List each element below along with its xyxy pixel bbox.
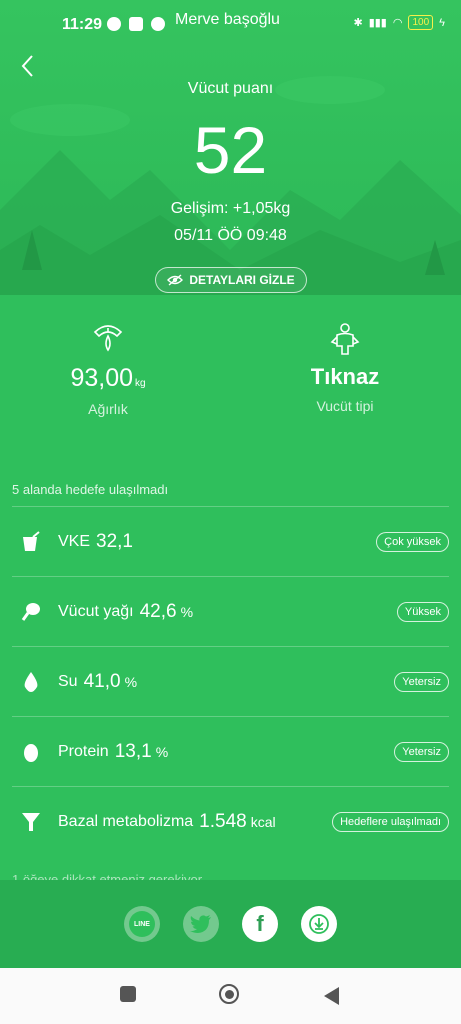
notification-icons <box>107 17 165 31</box>
status-right-icons: ✱ ▮▮▮ ◠ 100 ϟ <box>353 15 445 30</box>
signal-icon: ▮▮▮ <box>368 17 387 29</box>
chrome-icon <box>151 17 165 31</box>
bluetooth-icon: ✱ <box>353 17 363 29</box>
twitter-share-button[interactable] <box>183 906 219 942</box>
metric-value: 1.548 <box>199 810 247 832</box>
metric-unit: kcal <box>250 813 276 830</box>
funnel-icon <box>20 811 42 833</box>
eye-hidden-icon <box>167 274 184 286</box>
measurement-datetime: 05/11 ÖÖ 09:48 <box>174 227 287 244</box>
wifi-icon: ◠ <box>392 17 403 29</box>
facebook-share-button[interactable]: f <box>242 906 278 942</box>
share-bar: LINE f <box>0 880 461 968</box>
home-icon[interactable] <box>219 984 239 1004</box>
status-badge[interactable]: Hedeflere ulaşılmadı <box>332 811 449 832</box>
page-title: Vücut puanı <box>187 80 274 97</box>
weight-value: 93,00 <box>70 364 133 392</box>
body-score-value: 52 <box>193 113 268 187</box>
progress-text: Gelişim: +1,05kg <box>170 200 291 217</box>
metric-unit: % <box>155 743 169 760</box>
hide-details-label: DETAYLARI GİZLE <box>189 273 295 287</box>
metric-unit: % <box>124 673 138 690</box>
status-badge[interactable]: Çok yüksek <box>376 531 449 552</box>
system-nav-bar <box>0 968 461 1024</box>
line-icon: LINE <box>129 911 155 937</box>
body-score-screen: 11:29 Merve başoğlu ✱ ▮▮▮ ◠ 100 ϟ Vücut … <box>0 0 461 1024</box>
line-share-button[interactable]: LINE <box>124 906 160 942</box>
metric-name: VKE <box>58 532 91 550</box>
status-badge[interactable]: Yetersiz <box>394 671 449 692</box>
body-type-value: Tıknaz <box>310 364 380 389</box>
facebook-icon: f <box>256 911 264 936</box>
list-item-water[interactable]: Su 41,0 % Yetersiz <box>12 646 449 716</box>
scale-icon <box>8 322 208 356</box>
carrier-name: Merve başoğlu <box>175 11 280 28</box>
twitter-icon <box>190 915 211 933</box>
body-figure-icon <box>245 322 445 356</box>
egg-icon <box>20 741 42 763</box>
download-share-button[interactable] <box>301 906 337 942</box>
weight-unit: kg <box>135 378 146 389</box>
metrics-list: VKE 32,1 Çok yüksek Vücut yağı 42,6 % Yü… <box>12 506 449 856</box>
water-drop-icon <box>20 671 42 693</box>
metric-value: 32,1 <box>96 530 133 552</box>
list-item-body-fat[interactable]: Vücut yağı 42,6 % Yüksek <box>12 576 449 646</box>
cup-icon <box>20 530 42 553</box>
body-type-summary: Tıknaz Vucüt tipi <box>245 322 445 414</box>
metric-value: 41,0 <box>83 670 121 692</box>
charging-icon: ϟ <box>439 16 445 29</box>
metric-name: Bazal metabolizma <box>58 812 194 830</box>
status-bar: 11:29 Merve başoğlu ✱ ▮▮▮ ◠ 100 ϟ <box>0 0 461 46</box>
status-badge[interactable]: Yetersiz <box>394 741 449 762</box>
section-title: 5 alanda hedefe ulaşılmadı <box>12 482 169 497</box>
list-item-bmi[interactable]: VKE 32,1 Çok yüksek <box>12 506 449 576</box>
metric-value: 13,1 <box>114 740 152 762</box>
list-item-protein[interactable]: Protein 13,1 % Yetersiz <box>12 716 449 786</box>
metric-value: 42,6 <box>139 600 177 622</box>
recent-apps-icon[interactable] <box>120 986 136 1002</box>
back-arrow-icon[interactable] <box>18 52 38 80</box>
body-type-label: Vucüt tipi <box>316 398 374 414</box>
weight-label: Ağırlık <box>88 401 128 417</box>
metric-name: Vücut yağı <box>58 602 134 620</box>
list-item-bmr[interactable]: Bazal metabolizma 1.548 kcal Hedeflere u… <box>12 786 449 856</box>
hero-background: 11:29 Merve başoğlu ✱ ▮▮▮ ◠ 100 ϟ Vücut … <box>0 0 461 295</box>
weight-summary: 93,00 kg Ağırlık <box>8 322 208 417</box>
battery-icon: 100 <box>408 15 434 30</box>
metric-unit: % <box>180 603 194 620</box>
download-icon <box>309 914 329 934</box>
chrome-icon <box>107 17 121 31</box>
metric-name: Su <box>58 672 78 690</box>
weight-row: 93,00 kg <box>8 364 208 393</box>
drumstick-icon <box>20 601 42 623</box>
hide-details-button[interactable]: DETAYLARI GİZLE <box>155 267 307 293</box>
app-icon <box>129 17 143 31</box>
metric-name: Protein <box>58 742 109 760</box>
status-badge[interactable]: Yüksek <box>396 601 449 622</box>
back-nav-icon[interactable] <box>322 986 340 1006</box>
status-time: 11:29 <box>62 16 103 33</box>
